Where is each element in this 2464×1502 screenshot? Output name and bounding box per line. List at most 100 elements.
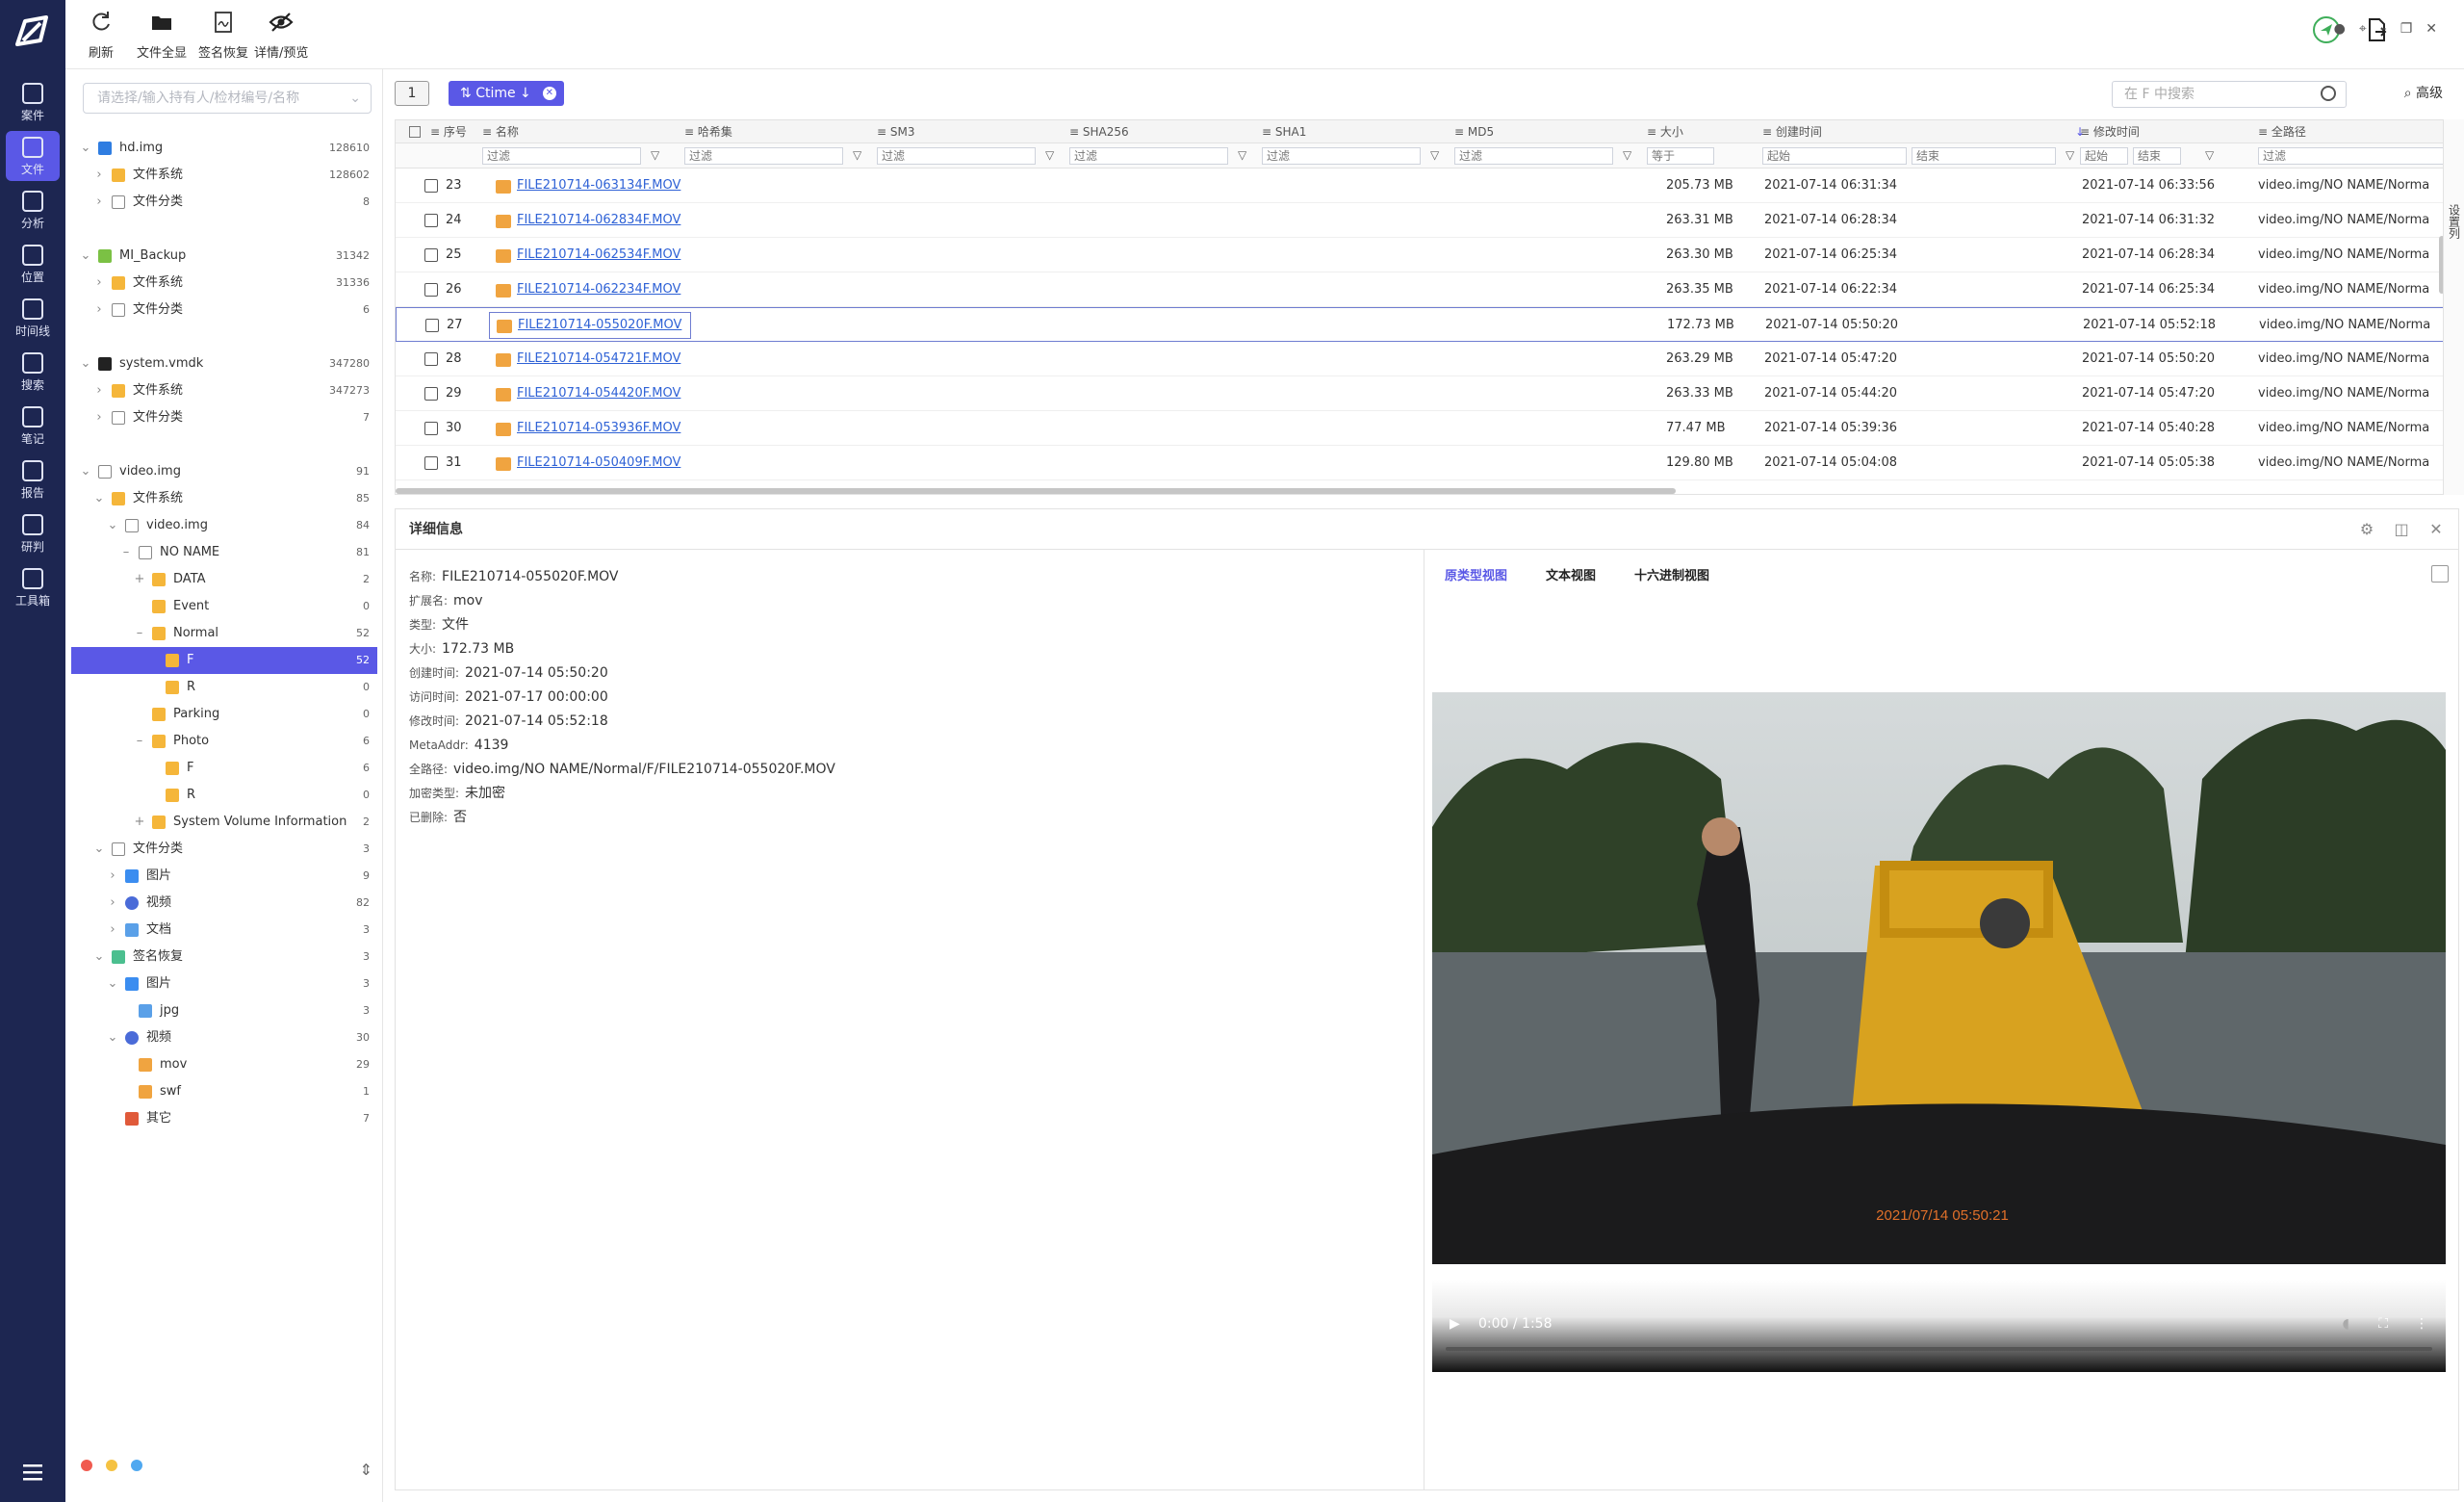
tree-node[interactable]: R0 xyxy=(71,782,377,809)
nav-item-3[interactable]: 位置 xyxy=(0,239,65,289)
tree-node[interactable]: mov 29 xyxy=(71,1051,377,1078)
tree-toggle-icon[interactable]: + xyxy=(133,809,146,836)
user-icon[interactable]: ● xyxy=(2334,21,2359,37)
tree-toggle-icon[interactable]: ⌄ xyxy=(79,350,92,377)
tree-node[interactable]: › 文件分类 6 xyxy=(71,297,377,324)
tree-node[interactable]: ⌄ video.img 84 xyxy=(71,512,377,539)
tree-toggle-icon[interactable]: ⌄ xyxy=(79,458,92,485)
column-header[interactable]: ≡ 大小 xyxy=(1647,120,1683,143)
evidence-search-input[interactable]: 请选择/输入持有人/检材编号/名称 ⌄ xyxy=(83,83,372,114)
nav-item-2[interactable]: 分析 xyxy=(0,185,65,235)
nav-item-4[interactable]: 时间线 xyxy=(0,293,65,343)
size-operator-select[interactable]: 等于 xyxy=(1647,147,1714,165)
column-header[interactable]: ≡ MD5 xyxy=(1454,120,1494,143)
column-menu-icon[interactable]: ≡ xyxy=(1454,125,1468,139)
tree-node[interactable]: ⌄ 文件分类 3 xyxy=(71,836,377,863)
column-filter-input[interactable]: 过滤 xyxy=(1454,147,1613,165)
tree-node[interactable]: ⌄ system.vmdk 347280 xyxy=(71,350,377,377)
column-menu-icon[interactable]: ≡ xyxy=(877,125,890,139)
tree-node[interactable]: › 文件系统 31336 xyxy=(71,270,377,297)
table-row[interactable]: 26 FILE210714-062234F.MOV 263.35 MB 2021-07… xyxy=(396,272,2449,307)
pin-icon[interactable]: ⌖ xyxy=(2359,21,2380,37)
table-row[interactable]: 25 FILE210714-062534F.MOV 263.30 MB 2021-07… xyxy=(396,238,2449,272)
filter-icon[interactable]: ▽ xyxy=(1238,148,1251,162)
status-dot[interactable] xyxy=(81,1460,92,1471)
tree-node[interactable]: › 视频 82 xyxy=(71,890,377,917)
tree-toggle-icon[interactable]: › xyxy=(92,162,106,189)
tree-node[interactable]: ⌄ 签名恢复 3 xyxy=(71,944,377,971)
tree-node[interactable]: ⌄ MI_Backup 31342 xyxy=(71,243,377,270)
nav-item-8[interactable]: 研判 xyxy=(0,508,65,558)
preview-tab[interactable]: 十六进制视图 xyxy=(1634,569,1709,583)
tree-toggle-icon[interactable]: – xyxy=(119,539,133,566)
split-view-icon[interactable]: ◫ xyxy=(2393,521,2410,538)
column-menu-icon[interactable]: ≡ xyxy=(684,125,698,139)
tree-node[interactable]: › 文件分类 7 xyxy=(71,404,377,431)
tree-node[interactable]: R0 xyxy=(71,674,377,701)
external-open-icon[interactable] xyxy=(2431,565,2449,583)
tree-node[interactable]: ⌄ 视频 30 xyxy=(71,1024,377,1051)
file-name-link[interactable]: FILE210714-050409F.MOV xyxy=(517,446,680,480)
column-filter-input[interactable]: 过滤 xyxy=(482,147,641,165)
file-name-link[interactable]: FILE210714-062834F.MOV xyxy=(517,203,680,238)
column-header[interactable]: ≡ 全路径 xyxy=(2258,120,2306,143)
nav-item-1[interactable]: 文件 xyxy=(6,131,60,181)
advanced-search-button[interactable]: ⌕ 高级 xyxy=(2404,83,2443,102)
tree-toggle-icon[interactable]: – xyxy=(133,620,146,647)
column-menu-icon[interactable]: ≡ xyxy=(1762,125,1776,139)
filter-icon[interactable]: ▽ xyxy=(853,148,866,162)
tree-toggle-icon[interactable]: + xyxy=(133,566,146,593)
tree-toggle-icon[interactable]: ⌄ xyxy=(79,135,92,162)
filter-icon[interactable]: ▽ xyxy=(2205,148,2219,162)
table-row[interactable]: 31 FILE210714-050409F.MOV 129.80 MB 2021-07… xyxy=(396,446,2449,480)
tree-node[interactable]: 其它 7 xyxy=(71,1105,377,1132)
folder-search-input[interactable]: 在 F 中搜索 xyxy=(2112,81,2347,108)
column-menu-icon[interactable]: ≡ xyxy=(1647,125,1660,139)
tree-node[interactable]: swf 1 xyxy=(71,1078,377,1105)
close-window-icon[interactable]: ✕ xyxy=(2426,21,2451,37)
sort-tag[interactable]: ⇅ Ctime ↓ ✕ xyxy=(449,81,564,106)
table-row[interactable]: 27 FILE210714-055020F.MOV 172.73 MB 2021-07… xyxy=(396,307,2449,342)
file-name-link[interactable]: FILE210714-062234F.MOV xyxy=(517,272,680,307)
tree-node[interactable]: ⌄ 图片 3 xyxy=(71,971,377,997)
tree-node[interactable]: F 52 xyxy=(71,647,377,674)
column-header[interactable]: ≡ 创建时间 xyxy=(1762,120,1822,143)
row-checkbox[interactable] xyxy=(424,283,438,297)
remove-sort-icon[interactable]: ✕ xyxy=(542,87,556,100)
mtime-end-input[interactable]: 结束 xyxy=(2133,147,2181,165)
menu-icon[interactable] xyxy=(19,1462,46,1483)
volume-icon[interactable]: ◖ xyxy=(2343,1316,2349,1332)
nav-item-0[interactable]: 案件 xyxy=(0,77,65,127)
tree-toggle-icon[interactable]: › xyxy=(92,189,106,216)
column-filter-input[interactable]: 过滤 xyxy=(877,147,1036,165)
tree-node[interactable]: – Normal 52 xyxy=(71,620,377,647)
minimize-icon[interactable]: – xyxy=(2380,21,2400,37)
tree-node[interactable]: + DATA 2 xyxy=(71,566,377,593)
tree-node[interactable]: ⌄ 文件系统 85 xyxy=(71,485,377,512)
row-checkbox[interactable] xyxy=(424,456,438,470)
column-header[interactable]: ≡ SHA256 xyxy=(1069,120,1129,143)
detail-preview-button[interactable]: 详情/预览 xyxy=(254,8,308,61)
row-checkbox[interactable] xyxy=(424,352,438,366)
restore-icon[interactable]: ❐ xyxy=(2400,21,2426,37)
tree-node[interactable]: ⌄ hd.img 128610 xyxy=(71,135,377,162)
tree-node[interactable]: Event 0 xyxy=(71,593,377,620)
column-header[interactable]: ≡ 序号 xyxy=(430,120,467,143)
close-icon[interactable]: ✕ xyxy=(2427,521,2445,538)
show-all-files-button[interactable]: 文件全显 xyxy=(137,8,187,61)
row-checkbox[interactable] xyxy=(424,179,438,193)
ctime-end-input[interactable]: 结束 xyxy=(1912,147,2056,165)
column-filter-input[interactable]: 过滤 xyxy=(684,147,843,165)
column-menu-icon[interactable]: ≡ xyxy=(1069,125,1083,139)
tree-toggle-icon[interactable]: – xyxy=(133,728,146,755)
view-toggle-button[interactable]: 1 xyxy=(395,81,429,106)
refresh-button[interactable]: 刷新 xyxy=(87,8,116,61)
tree-toggle-icon[interactable]: ⌄ xyxy=(106,512,119,539)
column-header[interactable]: ≡ SHA1 xyxy=(1262,120,1306,143)
column-menu-icon[interactable]: ≡ xyxy=(2258,125,2272,139)
table-row[interactable]: 28 FILE210714-054721F.MOV 263.29 MB 2021-07… xyxy=(396,342,2449,376)
row-checkbox[interactable] xyxy=(425,319,439,332)
tree-node[interactable]: jpg 3 xyxy=(71,997,377,1024)
tree-node[interactable]: › 文档 3 xyxy=(71,917,377,944)
column-menu-icon[interactable]: ≡ xyxy=(1262,125,1275,139)
